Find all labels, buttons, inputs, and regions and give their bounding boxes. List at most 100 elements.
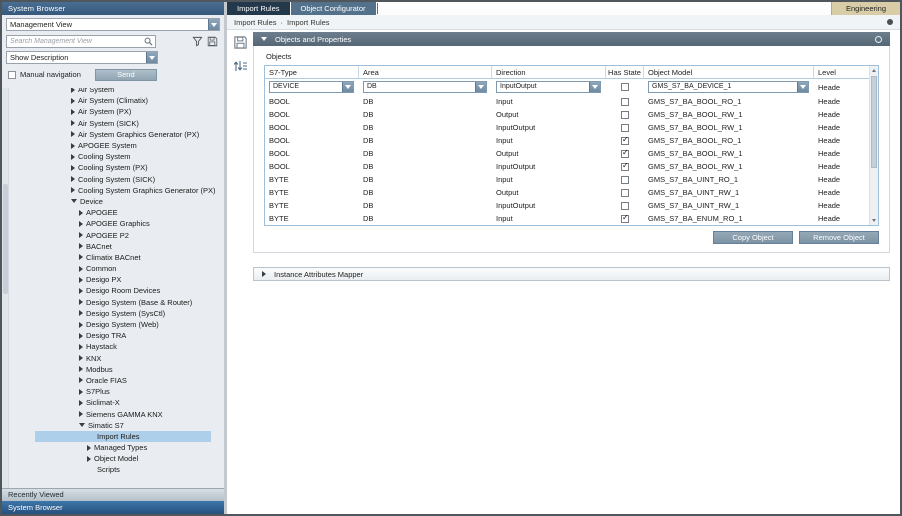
collapsed-arrow-icon[interactable] <box>79 366 83 372</box>
tree-item-siemens-gamma-knx[interactable]: Siemens GAMMA KNX <box>11 408 224 419</box>
has-state-checkbox[interactable] <box>621 98 629 106</box>
tree-item-object-model[interactable]: Object Model <box>11 453 224 464</box>
expanded-arrow-icon[interactable] <box>79 423 85 427</box>
tree-item-modbus[interactable]: Modbus <box>11 364 224 375</box>
tree-item-knx[interactable]: KNX <box>11 353 224 364</box>
collapsed-arrow-icon[interactable] <box>71 109 75 115</box>
table-row[interactable]: BOOLDBOutputGMS_S7_BA_BOOL_RW_1Heade <box>265 108 869 121</box>
tree-item-climatix-bacnet[interactable]: Climatix BACnet <box>11 252 224 263</box>
objects-properties-header[interactable]: Objects and Properties <box>253 32 890 46</box>
collapsed-arrow-icon[interactable] <box>79 243 83 249</box>
tree-item-common[interactable]: Common <box>11 263 224 274</box>
tree-item-apogee-system[interactable]: APOGEE System <box>11 140 224 151</box>
collapsed-arrow-icon[interactable] <box>79 288 83 294</box>
send-button[interactable]: Send <box>95 69 157 81</box>
tree-item-desigo-px[interactable]: Desigo PX <box>11 274 224 285</box>
direction-dropdown[interactable]: InputOutput <box>496 81 601 93</box>
area-dropdown[interactable]: DB <box>363 81 487 93</box>
table-row[interactable]: BOOLDBOutputGMS_S7_BA_BOOL_RW_1Heade <box>265 147 869 160</box>
collapsed-arrow-icon[interactable] <box>79 210 83 216</box>
remove-object-button[interactable]: Remove Object <box>799 231 879 244</box>
tree-item-desigo-system-sysctl[interactable]: Desigo System (SysCtl) <box>11 308 224 319</box>
save-button[interactable] <box>233 35 248 50</box>
tree-item-desigo-system-base-router[interactable]: Desigo System (Base & Router) <box>11 297 224 308</box>
table-row[interactable]: BOOLDBInputGMS_S7_BA_BOOL_RO_1Heade <box>265 95 869 108</box>
tree-item-s7plus[interactable]: S7Plus <box>11 386 224 397</box>
tree-item-air-system-sick[interactable]: Air System (SICK) <box>11 118 224 129</box>
tree-item-device[interactable]: Device <box>11 196 224 207</box>
collapsed-arrow-icon[interactable] <box>71 88 75 93</box>
has-state-checkbox[interactable] <box>621 202 629 210</box>
scroll-down-icon[interactable] <box>870 216 878 225</box>
column-header-s7-type[interactable]: S7-Type <box>265 66 359 78</box>
table-row[interactable]: BYTEDBInputGMS_S7_BA_ENUM_RO_1Heade <box>265 212 869 225</box>
recently-viewed-header[interactable]: Recently Viewed <box>2 488 224 501</box>
collapsed-arrow-icon[interactable] <box>71 187 75 193</box>
collapsed-arrow-icon[interactable] <box>79 310 83 316</box>
tree-item-haystack[interactable]: Haystack <box>11 341 224 352</box>
tree-item-apogee[interactable]: APOGEE <box>11 207 224 218</box>
display-mode-dropdown[interactable]: Show Description <box>6 51 158 64</box>
has-state-checkbox[interactable] <box>621 124 629 132</box>
column-header-has-state[interactable]: Has State <box>606 66 644 78</box>
table-row[interactable]: BYTEDBOutputGMS_S7_BA_UINT_RW_1Heade <box>265 186 869 199</box>
collapsed-arrow-icon[interactable] <box>71 120 75 126</box>
scrollbar-thumb[interactable] <box>871 76 877 168</box>
has-state-checkbox[interactable] <box>621 189 629 197</box>
has-state-checkbox[interactable] <box>621 176 629 184</box>
tree-item-cooling-system-px[interactable]: Cooling System (PX) <box>11 162 224 173</box>
tree-item-managed-types[interactable]: Managed Types <box>11 442 224 453</box>
tree-item-desigo-system-web[interactable]: Desigo System (Web) <box>11 319 224 330</box>
tree-item-import-rules[interactable]: Import Rules <box>11 431 224 442</box>
table-row[interactable]: BYTEDBInputGMS_S7_BA_UINT_RO_1Heade <box>265 173 869 186</box>
table-scrollbar[interactable] <box>869 66 878 225</box>
collapsed-arrow-icon[interactable] <box>87 445 91 451</box>
tree-item-siclimat-x[interactable]: Siclimat-X <box>11 397 224 408</box>
tree-item-desigo-tra[interactable]: Desigo TRA <box>11 330 224 341</box>
collapsed-arrow-icon[interactable] <box>79 355 83 361</box>
collapsed-arrow-icon[interactable] <box>71 143 75 149</box>
tree-scrollbar[interactable] <box>2 88 9 488</box>
s7-type-dropdown[interactable]: DEVICE <box>269 81 354 93</box>
has-state-checkbox[interactable] <box>621 163 629 171</box>
tree-item-cooling-system-graphics-generator-px[interactable]: Cooling System Graphics Generator (PX) <box>11 185 224 196</box>
has-state-checkbox[interactable] <box>621 215 629 223</box>
expanded-arrow-icon[interactable] <box>71 199 77 203</box>
instance-attributes-mapper-header[interactable]: Instance Attributes Mapper <box>253 267 890 281</box>
column-mapping-button[interactable] <box>232 58 248 74</box>
collapsed-arrow-icon[interactable] <box>79 400 83 406</box>
collapsed-arrow-icon[interactable] <box>71 98 75 104</box>
collapsed-arrow-icon[interactable] <box>79 322 83 328</box>
column-header-direction[interactable]: Direction <box>492 66 606 78</box>
tree-item-cooling-system[interactable]: Cooling System <box>11 151 224 162</box>
editor-has-state-checkbox[interactable] <box>621 83 629 91</box>
tree-item-bacnet[interactable]: BACnet <box>11 241 224 252</box>
column-header-object-model[interactable]: Object Model <box>644 66 814 78</box>
view-mode-dropdown[interactable]: Management View <box>6 18 220 31</box>
engineering-mode-badge[interactable]: Engineering <box>831 2 900 15</box>
search-input[interactable] <box>7 36 142 47</box>
collapsed-arrow-icon[interactable] <box>79 411 83 417</box>
collapsed-arrow-icon[interactable] <box>79 333 83 339</box>
collapsed-arrow-icon[interactable] <box>79 344 83 350</box>
collapsed-arrow-icon[interactable] <box>71 165 75 171</box>
scrollbar-thumb[interactable] <box>3 184 8 294</box>
collapsed-arrow-icon[interactable] <box>71 131 75 137</box>
tab-import-rules[interactable]: Import Rules <box>227 2 290 15</box>
tree-item-simatic-s7[interactable]: Simatic S7 <box>11 420 224 431</box>
collapsed-arrow-icon[interactable] <box>79 266 83 272</box>
table-row[interactable]: BYTEDBInputOutputGMS_S7_BA_UINT_RW_1Head… <box>265 199 869 212</box>
tree-item-apogee-graphics[interactable]: APOGEE Graphics <box>11 218 224 229</box>
column-header-area[interactable]: Area <box>359 66 492 78</box>
collapsed-arrow-icon[interactable] <box>79 221 83 227</box>
tree-item-desigo-room-devices[interactable]: Desigo Room Devices <box>11 285 224 296</box>
copy-object-button[interactable]: Copy Object <box>713 231 793 244</box>
has-state-checkbox[interactable] <box>621 137 629 145</box>
has-state-checkbox[interactable] <box>621 150 629 158</box>
breadcrumb-root[interactable]: Import Rules <box>234 18 277 27</box>
tree-item-oracle-fias[interactable]: Oracle FIAS <box>11 375 224 386</box>
tree-item-air-system[interactable]: Air System <box>11 88 224 95</box>
table-row[interactable]: BOOLDBInputGMS_S7_BA_BOOL_RO_1Heade <box>265 134 869 147</box>
column-header-level[interactable]: Level <box>814 66 869 78</box>
collapsed-arrow-icon[interactable] <box>87 456 91 462</box>
